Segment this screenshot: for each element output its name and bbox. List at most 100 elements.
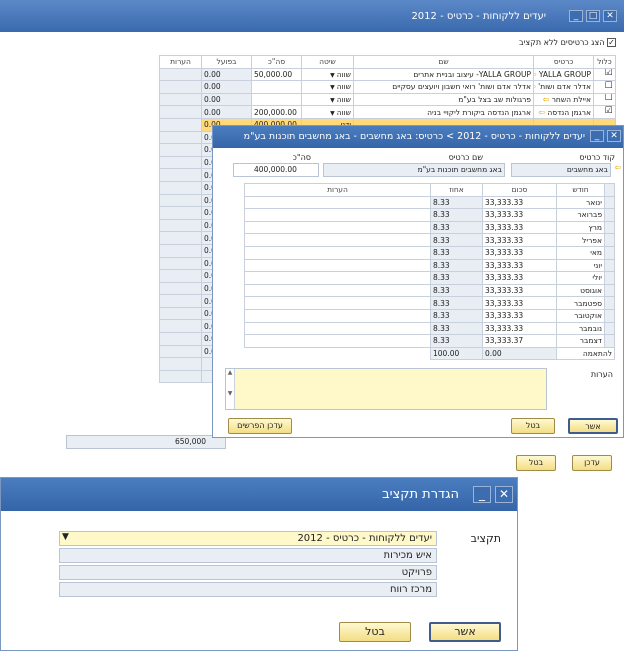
ok-button[interactable]: אשר (429, 622, 501, 642)
col-method[interactable]: שיטה (301, 55, 354, 69)
chevron-down-icon[interactable]: ▼ (62, 532, 69, 542)
col-include[interactable]: כלול (593, 55, 616, 69)
include-checkbox[interactable]: ☑ (604, 69, 613, 80)
notes-cell[interactable] (159, 306, 202, 321)
col-card[interactable]: כרטיס (533, 55, 594, 69)
col-total[interactable]: סה"כ (251, 55, 302, 69)
amount-cell[interactable]: 33,333.33 (482, 308, 557, 323)
col-month[interactable]: חודש (556, 183, 605, 197)
include-checkbox[interactable]: ☑ (604, 107, 613, 117)
month-notes-cell[interactable] (244, 321, 431, 336)
card-link-arrow-icon[interactable]: ⇦ (614, 163, 621, 172)
notes-cell[interactable] (159, 243, 202, 258)
percent-cell[interactable]: 8.33 (430, 233, 483, 247)
minimize-icon[interactable]: _ (590, 130, 604, 142)
col-actual[interactable]: בפועל (201, 55, 252, 69)
percent-cell[interactable]: 8.33 (430, 258, 483, 273)
month-row[interactable]: נובמבר 33,333.33 8.33 (244, 321, 615, 336)
card-code-field[interactable]: באג מחשבים (511, 163, 611, 177)
month-cell[interactable]: מאי (556, 245, 605, 260)
month-notes-cell[interactable] (244, 334, 431, 348)
minimize-icon[interactable]: _ (473, 486, 491, 503)
month-notes-cell[interactable] (244, 208, 431, 222)
cancel-button[interactable]: בטל (516, 455, 556, 471)
link-arrow-icon[interactable]: ⇦ (535, 82, 536, 91)
month-row[interactable]: אפריל 33,333.33 8.33 (244, 233, 615, 247)
salesperson-field[interactable]: איש מכירות (59, 548, 437, 563)
total-cell[interactable]: 200,000.00 (251, 105, 302, 119)
card-cell[interactable]: YALLA GROUP ⇦ (533, 67, 594, 82)
notes-cell[interactable] (159, 117, 202, 132)
month-notes-cell[interactable] (244, 245, 431, 260)
notes-cell[interactable] (159, 130, 202, 145)
notes-cell[interactable] (159, 269, 202, 283)
percent-cell[interactable]: 8.33 (430, 334, 483, 348)
total-cell[interactable]: 50,000.00 (251, 67, 302, 82)
minimize-button[interactable]: _ (569, 10, 583, 22)
table-row[interactable]: ☑ ארגמן הנדסה ⇦ ארגמן הנדסה ביקורת ליקויי … (44, 105, 616, 119)
percent-cell[interactable]: 8.33 (430, 308, 483, 323)
notes-cell[interactable] (159, 369, 202, 384)
percent-cell[interactable]: 8.33 (430, 296, 483, 310)
notes-cell[interactable] (159, 281, 202, 296)
method-cell[interactable]: שווה ▼ (301, 67, 354, 82)
include-cell[interactable]: ☑ (593, 105, 616, 119)
name-cell[interactable]: פרגולות שב בצל בע"מ (353, 92, 534, 107)
amount-cell[interactable]: 33,333.33 (482, 233, 557, 247)
month-cell[interactable]: ינואר (556, 195, 605, 210)
notes-cell[interactable] (159, 180, 202, 195)
include-cell[interactable]: ☑ (593, 67, 616, 82)
month-cell[interactable]: פברואר (556, 208, 605, 222)
month-cell[interactable]: דצמבר (556, 334, 605, 348)
month-notes-cell[interactable] (244, 195, 431, 210)
notes-cell[interactable] (159, 319, 202, 334)
link-arrow-icon[interactable]: ⇦ (535, 70, 537, 79)
notes-cell[interactable] (159, 80, 202, 94)
ok-button[interactable]: אשר (568, 418, 618, 434)
amount-cell[interactable]: 33,333.33 (482, 195, 557, 210)
amount-cell[interactable]: 33,333.33 (482, 220, 557, 235)
notes-cell[interactable] (159, 344, 202, 359)
method-cell[interactable]: שווה ▼ (301, 105, 354, 119)
close-icon[interactable]: ✕ (607, 130, 621, 142)
month-cell[interactable]: נובמבר (556, 321, 605, 336)
amount-cell[interactable]: 33,333.33 (482, 296, 557, 310)
notes-cell[interactable] (159, 193, 202, 208)
actual-cell[interactable]: 0.00 (201, 92, 252, 107)
table-row[interactable]: ☐ איילת השחר ⇦ פרגולות שב בצל בע"מ שווה ▼ 0.… (44, 92, 616, 107)
close-button[interactable]: ✕ (603, 10, 617, 22)
col-month-notes[interactable]: הערות (244, 183, 431, 197)
total-field[interactable]: 400,000.00 (233, 163, 319, 177)
col-amount[interactable]: סכום (482, 183, 557, 197)
month-cell[interactable]: מרץ (556, 220, 605, 235)
table-row[interactable]: ☑ YALLA GROUP ⇦YALLA GROUP- עיצוב ובניית … (44, 67, 616, 82)
card-cell[interactable]: איילת השחר ⇦ (533, 92, 594, 107)
month-row[interactable]: אוגוסט 33,333.33 8.33 (244, 283, 615, 298)
name-cell[interactable]: אדלר אדם ושות' רואי חשבון ויועצים עסקיים (353, 80, 534, 94)
actual-cell[interactable]: 0.00 (201, 80, 252, 94)
total-cell[interactable] (251, 80, 302, 94)
notes-cell[interactable] (159, 155, 202, 170)
notes-cell[interactable] (159, 357, 202, 371)
amount-cell[interactable]: 33,333.33 (482, 283, 557, 298)
notes-cell[interactable] (159, 143, 202, 157)
notes-cell[interactable] (159, 67, 202, 82)
amount-cell[interactable]: 33,333.33 (482, 245, 557, 260)
month-cell[interactable]: ספטמבר (556, 296, 605, 310)
month-row[interactable]: מרץ 33,333.33 8.33 (244, 220, 615, 235)
total-cell[interactable] (251, 92, 302, 107)
update-button[interactable]: עדכן (572, 455, 612, 471)
show-no-budget-row[interactable]: ✓ הצג כרטיסים ללא תקציב (519, 38, 616, 47)
maximize-button[interactable]: □ (586, 10, 600, 22)
amount-cell[interactable]: 33,333.33 (482, 258, 557, 273)
notes-cell[interactable] (159, 105, 202, 119)
month-notes-cell[interactable] (244, 258, 431, 273)
notes-cell[interactable] (159, 332, 202, 346)
col-name[interactable]: שם (353, 55, 534, 69)
card-name-field[interactable]: באג מחשבים תוכנות בע"מ (323, 163, 505, 177)
notes-cell[interactable] (159, 206, 202, 220)
notes-cell[interactable] (159, 294, 202, 308)
include-cell[interactable]: ☐ (593, 92, 616, 107)
month-cell[interactable]: יולי (556, 271, 605, 285)
include-checkbox[interactable]: ☐ (604, 94, 613, 105)
